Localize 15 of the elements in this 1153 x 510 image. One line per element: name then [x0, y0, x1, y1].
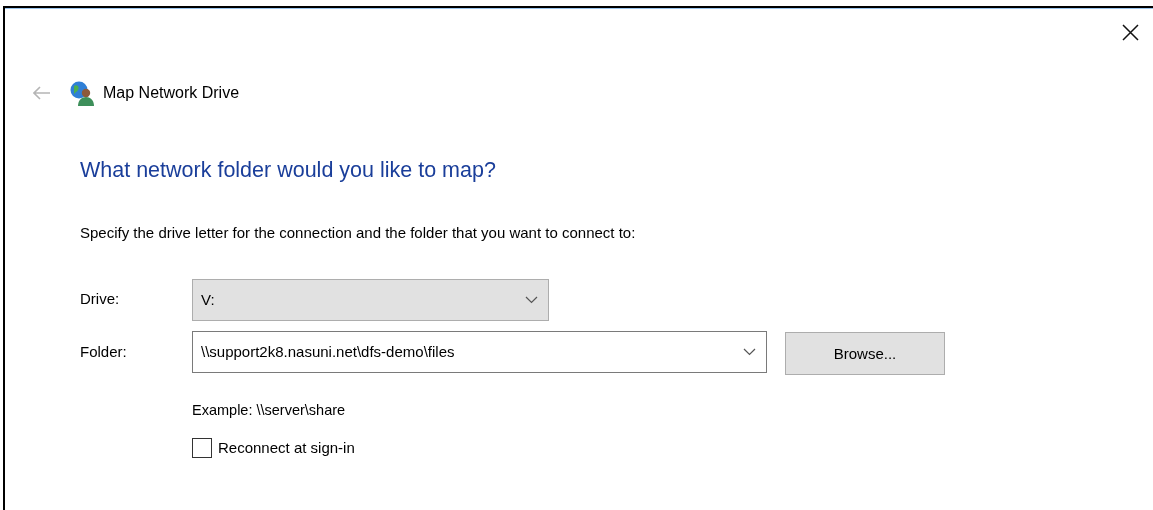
- reconnect-checkbox[interactable]: Reconnect at sign-in: [192, 437, 1153, 460]
- example-text: Example: \\server\share: [192, 401, 347, 421]
- drive-dropdown[interactable]: V:: [192, 279, 549, 322]
- chevron-down-icon[interactable]: [525, 296, 538, 305]
- close-button[interactable]: [1122, 24, 1139, 41]
- folder-combo-field[interactable]: \\support2k8.nasuni.net\dfs-demo\files: [192, 331, 767, 374]
- window-title: Map Network Drive: [103, 83, 240, 103]
- checkbox-square[interactable]: [192, 438, 212, 459]
- instruction-text: Specify the drive letter for the connection and the folder that you want to connect to:: [80, 222, 637, 243]
- browse-button[interactable]: Browse...: [785, 332, 945, 376]
- folder-label: Folder:: [80, 342, 128, 363]
- chevron-down-icon[interactable]: [743, 348, 756, 357]
- drive-label: Drive:: [80, 288, 121, 309]
- page-heading: What network folder would you like to map?: [80, 158, 497, 184]
- globe-user-icon: [69, 80, 95, 106]
